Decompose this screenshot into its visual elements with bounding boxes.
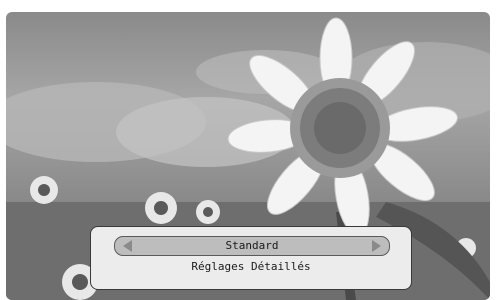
photo-viewer-screen: Standard Réglages Détaillés [6, 12, 490, 300]
settings-menu-panel: Standard Réglages Détaillés [90, 226, 412, 290]
triangle-right-icon[interactable] [372, 240, 381, 252]
mode-selector[interactable]: Standard [114, 236, 390, 256]
detailed-settings-item[interactable]: Réglages Détaillés [91, 260, 411, 273]
mode-selector-value: Standard [225, 239, 279, 252]
